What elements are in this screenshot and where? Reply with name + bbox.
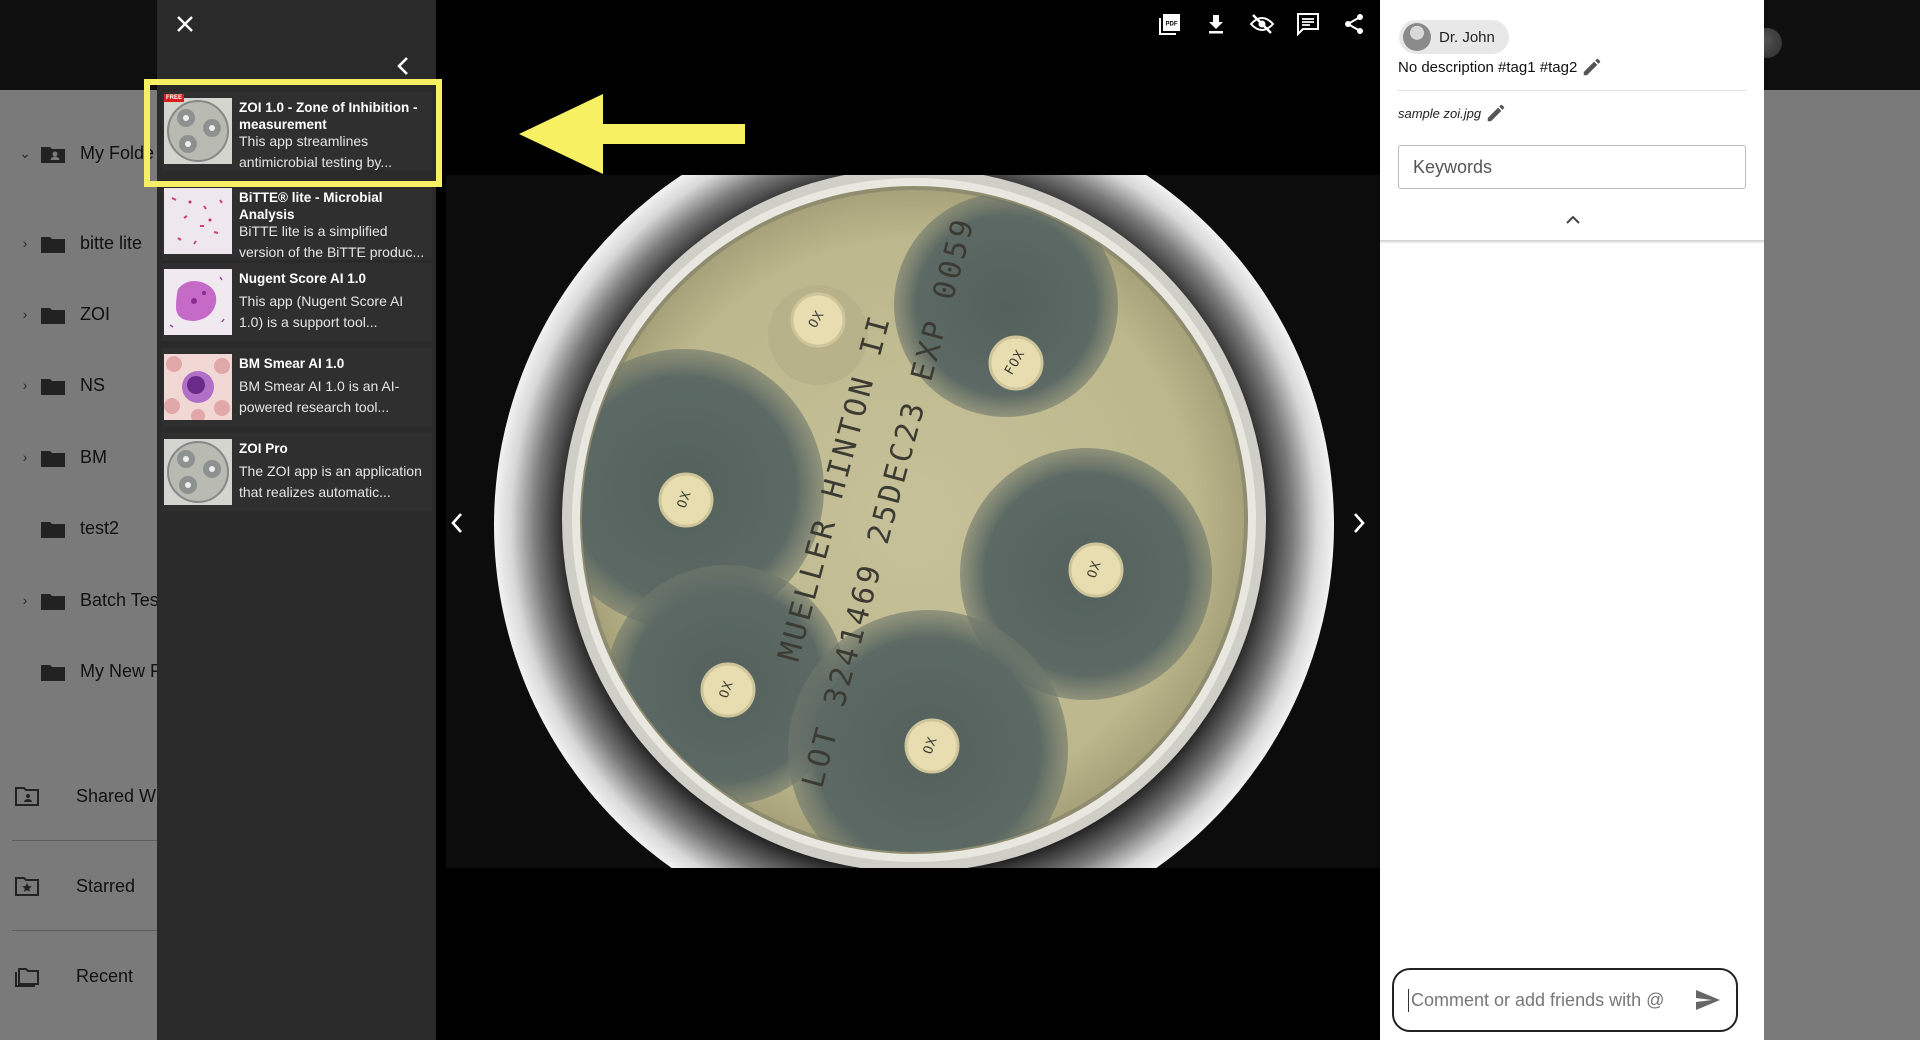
info-divider (1398, 90, 1746, 91)
comments-button[interactable] (1292, 8, 1324, 40)
app-description-line: The ZOI app is an application (239, 463, 422, 479)
download-button[interactable] (1200, 8, 1232, 40)
app-thumbnail (164, 439, 232, 505)
share-button[interactable] (1338, 8, 1370, 40)
svg-text:PDF: PDF (1166, 22, 1178, 28)
yellow-arrow-icon (519, 94, 745, 174)
pdf-icon: PDF (1159, 14, 1180, 35)
app-card-bm-smear[interactable]: BM Smear AI 1.0 BM Smear AI 1.0 is an AI… (162, 348, 432, 426)
hide-annotations-button[interactable] (1246, 8, 1278, 40)
user-chip[interactable]: Dr. John (1399, 20, 1509, 54)
description-text: No description #tag1 #tag2 (1398, 58, 1578, 76)
app-description-line: BiTTE lite is a simplified (239, 223, 388, 239)
petri-dish-photo (446, 175, 1381, 868)
close-icon (177, 16, 193, 32)
next-image-button[interactable] (1344, 505, 1374, 541)
app-title: Nugent Score AI 1.0 (239, 271, 367, 286)
previous-image-button[interactable] (442, 505, 472, 541)
chevron-up-icon (1566, 215, 1580, 224)
app-description-line: This app (Nugent Score AI (239, 293, 404, 309)
app-description-line: version of the BiTTE produc... (239, 244, 425, 260)
edit-description-icon[interactable] (1581, 56, 1603, 78)
info-panel: Dr. John No description #tag1 #tag2 samp… (1380, 0, 1764, 1040)
app-card-nugent-score[interactable]: Nugent Score AI 1.0 This app (Nugent Sco… (162, 263, 432, 341)
comment-icon (1297, 13, 1319, 36)
visibility-off-icon (1249, 14, 1275, 34)
avatar (1403, 23, 1431, 51)
comment-box (1392, 968, 1738, 1032)
app-thumbnail (164, 269, 232, 335)
description-row: No description #tag1 #tag2 (1398, 56, 1603, 78)
keywords-input[interactable] (1398, 145, 1746, 189)
chevron-right-icon (1354, 513, 1365, 533)
file-name: sample zoi.jpg (1398, 105, 1482, 121)
download-icon (1209, 15, 1223, 34)
petri-dish-image: OX FOX OX OX OX OX MUELLER HINTON II LOT… (446, 175, 1381, 868)
app-description-line: that realizes automatic... (239, 484, 391, 500)
user-name: Dr. John (1439, 28, 1495, 46)
chevron-left-icon (397, 57, 408, 75)
section-divider (1380, 240, 1764, 244)
app-description-line: antimicrobial testing by... (239, 154, 393, 170)
app-title: ZOI Pro (239, 441, 288, 456)
app-description-line: This app streamlines (239, 133, 369, 149)
share-icon (1345, 14, 1363, 34)
file-name-row: sample zoi.jpg (1398, 102, 1507, 124)
app-card-bitte-lite[interactable]: BiTTE® lite - Microbial Analysis BiTTE l… (162, 182, 432, 260)
app-title: BiTTE® lite - Microbial Analysis (239, 190, 383, 222)
close-button[interactable] (169, 8, 201, 40)
send-icon (1696, 990, 1720, 1010)
comment-input[interactable] (1408, 988, 1688, 1012)
app-card-zoi-pro[interactable]: ZOI Pro The ZOI app is an application th… (162, 433, 432, 511)
app-card-zoi[interactable]: FREE ZOI 1.0 - Zone of Inhibition - meas… (162, 92, 432, 170)
collapse-details-button[interactable] (1558, 206, 1588, 234)
viewer-toolbar: PDF (1154, 8, 1380, 40)
app-description-line: 1.0) is a support tool... (239, 314, 378, 330)
free-badge: FREE (164, 94, 185, 102)
app-title: ZOI 1.0 - Zone of Inhibition - measureme… (239, 100, 418, 132)
chevron-left-icon (451, 513, 462, 533)
app-thumbnail (164, 98, 232, 164)
app-description-line: powered research tool... (239, 399, 390, 415)
apps-panel: FREE ZOI 1.0 - Zone of Inhibition - meas… (157, 0, 436, 1040)
edit-file-name-icon[interactable] (1485, 102, 1507, 124)
export-pdf-button[interactable]: PDF (1154, 8, 1186, 40)
send-comment-button[interactable] (1688, 980, 1728, 1020)
app-thumbnail (164, 188, 232, 254)
app-thumbnail (164, 354, 232, 420)
app-title: BM Smear AI 1.0 (239, 356, 345, 371)
collapse-panel-button[interactable] (387, 50, 419, 82)
app-description-line: BM Smear AI 1.0 is an AI- (239, 378, 400, 394)
